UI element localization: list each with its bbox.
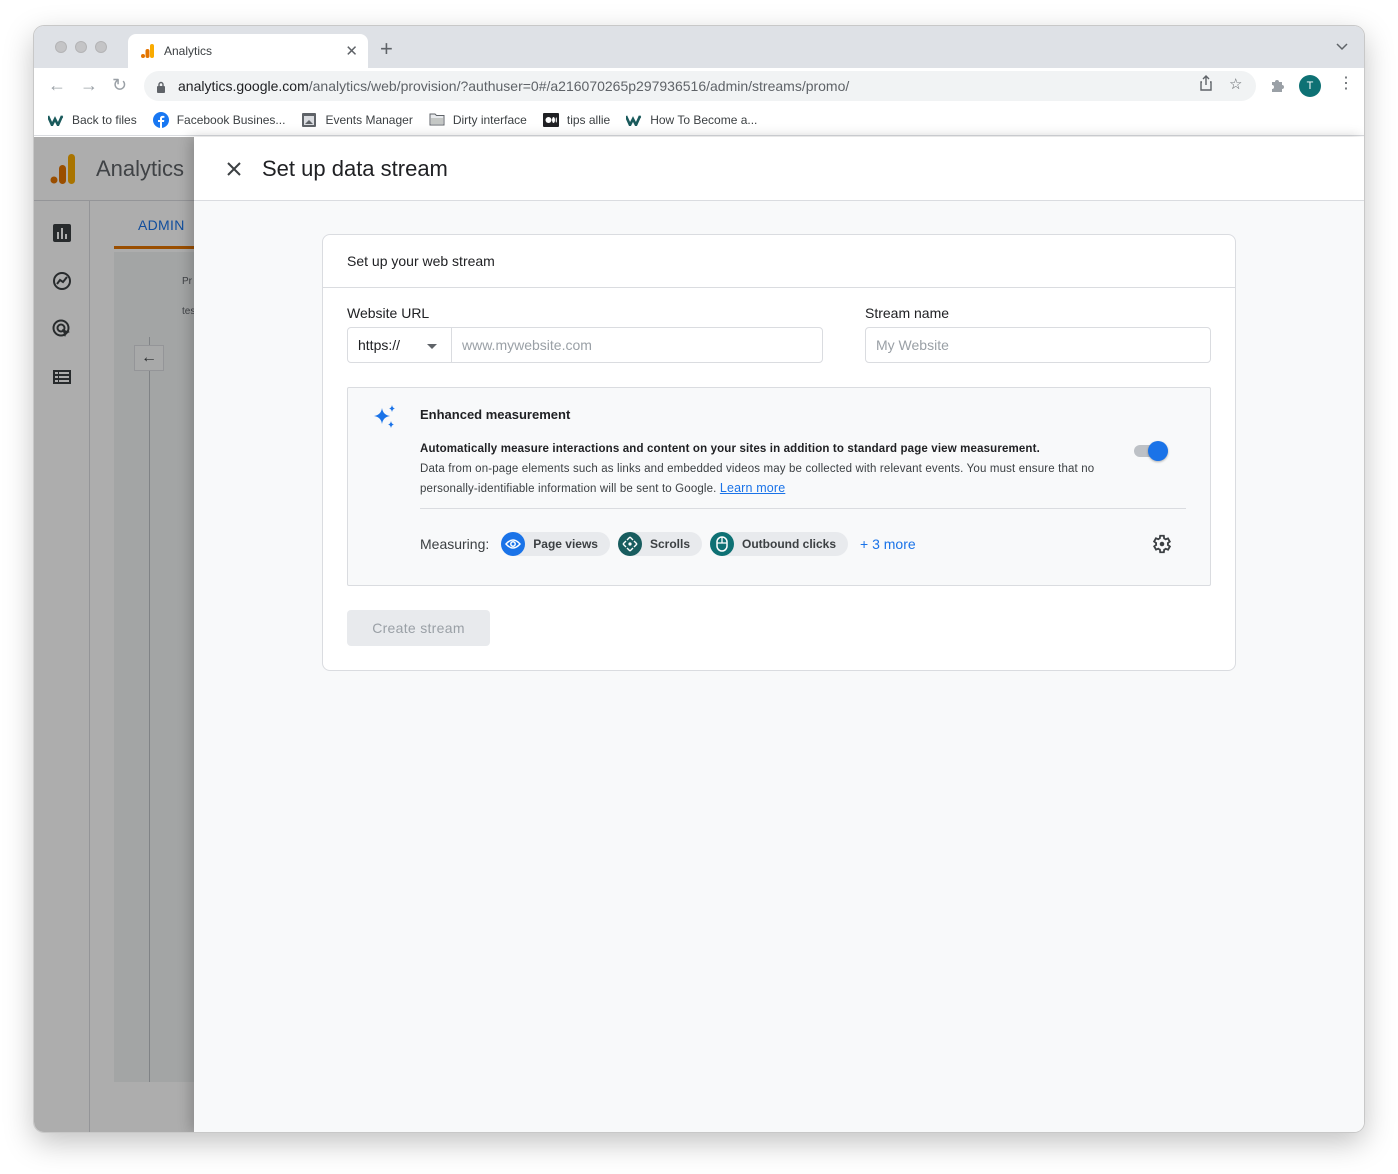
- webflow-icon: 3: [48, 112, 64, 128]
- window-maximize-button[interactable]: [95, 41, 107, 53]
- modal-scrim[interactable]: [34, 137, 194, 1132]
- extensions-puzzle-icon[interactable]: [1269, 77, 1285, 93]
- tab-title: Analytics: [164, 44, 345, 58]
- facebook-icon: [153, 112, 169, 128]
- setup-data-stream-dialog: Set up data stream Set up your web strea…: [194, 137, 1364, 1132]
- new-tab-button[interactable]: +: [380, 38, 393, 60]
- enhanced-measurement-description: Automatically measure interactions and c…: [420, 440, 1140, 500]
- address-bar[interactable]: analytics.google.com/analytics/web/provi…: [144, 71, 1256, 101]
- forward-icon[interactable]: →: [80, 75, 98, 95]
- tab-strip: Analytics ✕ +: [34, 26, 1364, 68]
- bookmark-events-manager[interactable]: Events Manager: [301, 112, 412, 128]
- close-dialog-button[interactable]: [222, 157, 246, 181]
- bookmark-star-icon[interactable]: ☆: [1229, 75, 1242, 93]
- browser-toolbar: ← → ↻ analytics.google.com/analytics/web…: [34, 68, 1364, 104]
- reload-icon[interactable]: ↻: [112, 75, 127, 95]
- enhanced-measurement-toggle[interactable]: [1134, 440, 1170, 462]
- medium-icon: [543, 112, 559, 128]
- lock-icon: [156, 80, 166, 92]
- create-stream-button[interactable]: Create stream: [347, 610, 490, 646]
- protocol-select[interactable]: https://: [348, 328, 452, 362]
- enhanced-measurement-panel: Enhanced measurement Automatically measu…: [347, 387, 1211, 586]
- window-minimize-button[interactable]: [75, 41, 87, 53]
- folder-icon: [429, 112, 445, 128]
- share-icon[interactable]: [1199, 75, 1213, 95]
- dialog-title: Set up data stream: [262, 156, 448, 182]
- window-close-button[interactable]: [55, 41, 67, 53]
- bookmark-dirty-interface[interactable]: Dirty interface: [429, 112, 527, 128]
- tab-close-icon[interactable]: ✕: [345, 42, 358, 60]
- card-title: Set up your web stream: [347, 253, 495, 269]
- bookmark-back-to-files[interactable]: 3 Back to files: [48, 112, 137, 128]
- bookmark-tips-allie[interactable]: tips allie: [543, 112, 610, 128]
- mouse-icon: [710, 532, 734, 556]
- url-text: analytics.google.com/analytics/web/provi…: [178, 78, 849, 94]
- chip-scrolls[interactable]: Scrolls: [618, 532, 702, 556]
- website-url-field-group: https://: [347, 327, 823, 363]
- svg-text:3: 3: [61, 114, 64, 119]
- settings-gear-icon[interactable]: [1151, 533, 1173, 555]
- bookmarks-bar: 3 Back to files Facebook Busines... Even…: [34, 104, 1364, 136]
- learn-more-link[interactable]: Learn more: [720, 481, 785, 495]
- bookmark-facebook-business[interactable]: Facebook Busines...: [153, 112, 286, 128]
- chip-outbound-clicks[interactable]: Outbound clicks: [710, 532, 848, 556]
- close-icon: [226, 161, 242, 177]
- browser-window: Analytics ✕ + ← → ↻ analytics.google.com…: [34, 26, 1364, 1132]
- sparkle-icon: [372, 404, 398, 430]
- website-url-input[interactable]: [452, 328, 822, 362]
- website-url-label: Website URL: [347, 305, 429, 321]
- stream-name-input[interactable]: [865, 327, 1211, 363]
- measuring-label: Measuring:: [420, 536, 489, 552]
- stream-name-label: Stream name: [865, 305, 949, 321]
- dialog-header: Set up data stream: [194, 137, 1364, 201]
- events-manager-icon: [301, 112, 317, 128]
- dropdown-caret-icon: [427, 344, 437, 349]
- eye-icon: [501, 532, 525, 556]
- svg-text:3: 3: [639, 114, 642, 119]
- profile-avatar[interactable]: T: [1299, 75, 1321, 97]
- chip-page-views[interactable]: Page views: [501, 532, 610, 556]
- description-bold: Automatically measure interactions and c…: [420, 440, 1140, 460]
- card-divider: [323, 287, 1235, 288]
- tab-search-chevron-icon[interactable]: [1336, 40, 1348, 54]
- page-content: Analytics ADMIN: [34, 137, 1364, 1132]
- more-events-link[interactable]: + 3 more: [860, 536, 916, 552]
- web-stream-card: Set up your web stream Website URL https…: [322, 234, 1236, 671]
- scroll-icon: [618, 532, 642, 556]
- panel-divider: [420, 508, 1186, 509]
- browser-tab-analytics[interactable]: Analytics ✕: [128, 34, 368, 68]
- back-icon[interactable]: ←: [48, 75, 66, 95]
- enhanced-measurement-title: Enhanced measurement: [420, 407, 570, 422]
- browser-menu-icon[interactable]: ⋮: [1338, 76, 1354, 92]
- protocol-value: https://: [358, 337, 400, 353]
- measuring-row: Measuring: Page views Scrolls: [420, 531, 916, 557]
- bookmark-how-to-become[interactable]: 3 How To Become a...: [626, 112, 757, 128]
- analytics-favicon-icon: [140, 43, 156, 59]
- webflow-icon: 3: [626, 112, 642, 128]
